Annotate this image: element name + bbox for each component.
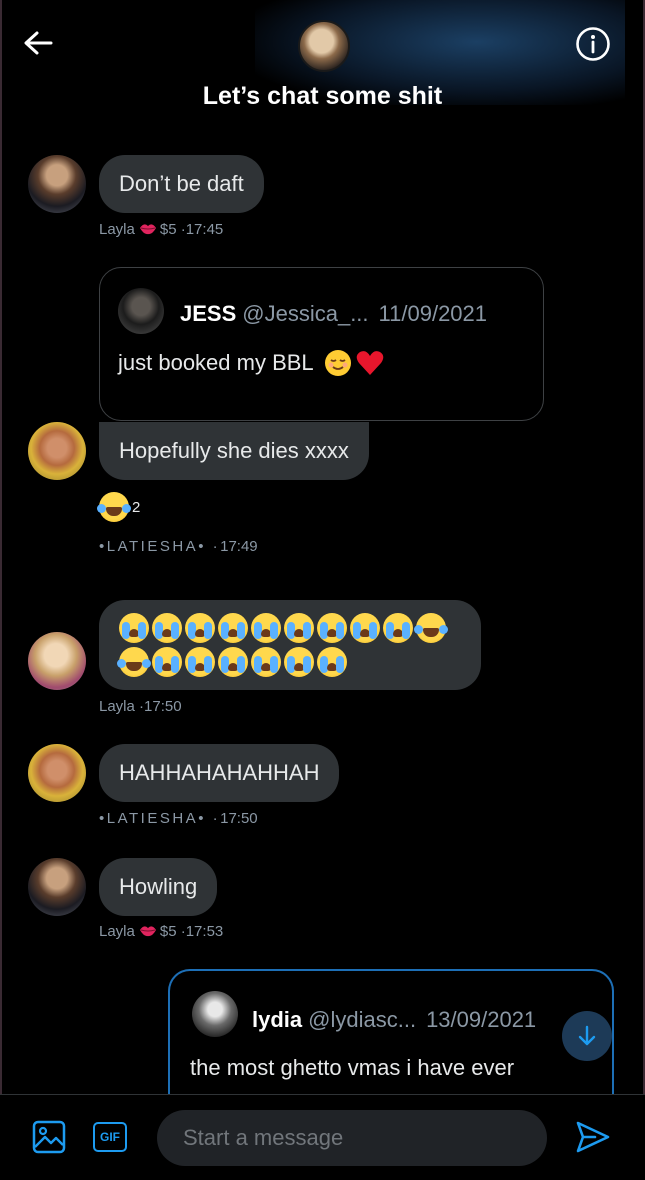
send-button[interactable]	[575, 1119, 611, 1160]
message-text: Don’t be daft	[119, 171, 244, 196]
loudly-crying-face-icon	[119, 613, 149, 643]
conversation-avatar[interactable]	[298, 20, 350, 72]
message-meta: Layla $5 ·17:53	[99, 923, 224, 940]
message-meta: •LATIESHA• ·17:49	[99, 538, 258, 555]
send-icon	[576, 1121, 610, 1153]
quoted-tweet-card[interactable]: lydia @lydiasc... 13/09/2021 the most ghet…	[168, 969, 614, 1094]
emoji-line	[119, 611, 449, 645]
chat-header: Let’s chat some shit	[0, 0, 645, 140]
message-text: Howling	[119, 874, 198, 899]
emoji-line	[117, 645, 350, 679]
quoted-name: lydia	[252, 1007, 303, 1032]
chat-title: Let’s chat some shit	[202, 82, 443, 110]
lips-icon	[139, 926, 156, 937]
sender-name: Layla	[99, 221, 135, 238]
quoted-date: 13/09/2021	[426, 1007, 537, 1032]
scroll-to-bottom-button[interactable]	[562, 1011, 612, 1061]
quoted-avatar	[118, 288, 164, 334]
quoted-text: the most ghetto vmas i have ever	[190, 1055, 515, 1080]
message-time: 17:53	[185, 923, 224, 940]
gif-button[interactable]: GIF	[93, 1122, 127, 1152]
message-time: 17:45	[185, 221, 224, 238]
message-bubble[interactable]: Hopefully she dies xxxx	[99, 422, 369, 480]
message-bubble[interactable]: Howling	[99, 858, 218, 916]
message-bubble[interactable]: Don’t be daft	[99, 155, 264, 213]
tears-of-joy-icon	[117, 647, 151, 677]
sender-name: Layla	[99, 923, 135, 940]
quoted-header: lydia @lydiasc... 13/09/2021	[252, 1007, 536, 1033]
loudly-crying-face-icon	[152, 613, 182, 643]
loudly-crying-face-icon	[185, 647, 215, 677]
avatar[interactable]	[28, 422, 86, 480]
message-time: 17:49	[220, 538, 258, 555]
image-icon	[32, 1120, 66, 1154]
message-time: 17:50	[144, 698, 182, 715]
reaction-count: 2	[132, 498, 141, 516]
message-time: 17:50	[220, 810, 258, 827]
quoted-text: just booked my BBL	[118, 350, 314, 375]
loudly-crying-face-icon	[251, 647, 281, 677]
quoted-avatar	[192, 991, 238, 1037]
quoted-date: 11/09/2021	[378, 301, 488, 326]
lips-icon	[139, 224, 156, 235]
info-icon	[576, 27, 610, 61]
message-input[interactable]	[157, 1110, 547, 1166]
arrow-down-icon	[578, 1025, 596, 1046]
message-bubble[interactable]: HAHHAHAHAHHAH	[99, 744, 340, 802]
message-meta: Layla $5 ·17:45	[99, 221, 224, 238]
tears-of-joy-icon	[97, 492, 131, 522]
message-meta: •LATIESHA• ·17:50	[99, 810, 258, 827]
quoted-header: JESS @Jessica_... 11/09/2021	[180, 301, 487, 327]
sender-name: LATIESHA	[106, 810, 199, 827]
loudly-crying-face-icon	[350, 613, 380, 643]
relieved-face-icon	[324, 350, 351, 376]
info-button[interactable]	[573, 24, 613, 64]
avatar[interactable]	[28, 744, 86, 802]
message-composer: GIF	[0, 1094, 645, 1180]
message-text: HAHHAHAHAHHAH	[119, 760, 320, 785]
loudly-crying-face-icon	[284, 647, 314, 677]
quoted-tweet-card[interactable]: JESS @Jessica_... 11/09/2021 just booked m…	[99, 267, 544, 421]
loudly-crying-face-icon	[152, 647, 182, 677]
loudly-crying-face-icon	[218, 647, 248, 677]
loudly-crying-face-icon	[284, 613, 314, 643]
tip-amount: $5	[159, 221, 177, 238]
message-meta: Layla ·17:50	[99, 698, 182, 715]
tip-amount: $5	[159, 923, 177, 940]
quoted-handle: @lydiasc...	[308, 1007, 417, 1032]
loudly-crying-face-icon	[317, 613, 347, 643]
loudly-crying-face-icon	[218, 613, 248, 643]
sender-name: Layla	[99, 698, 135, 715]
loudly-crying-face-icon	[251, 613, 281, 643]
quoted-handle: @Jessica_...	[242, 301, 369, 326]
emoji-message-bubble[interactable]	[99, 600, 481, 690]
quoted-text-row: just booked my BBL	[118, 349, 384, 377]
reaction-badge[interactable]: 2	[97, 492, 141, 522]
tears-of-joy-icon	[414, 613, 448, 643]
avatar[interactable]	[28, 632, 86, 690]
sender-name: LATIESHA	[106, 538, 199, 555]
loudly-crying-face-icon	[383, 613, 413, 643]
red-heart-icon	[356, 351, 383, 375]
loudly-crying-face-icon	[317, 647, 347, 677]
avatar[interactable]	[28, 155, 86, 213]
add-image-button[interactable]	[32, 1120, 66, 1159]
quoted-name: JESS	[180, 301, 237, 326]
avatar[interactable]	[28, 858, 86, 916]
back-button[interactable]	[20, 25, 56, 61]
message-text: Hopefully she dies xxxx	[119, 438, 349, 463]
loudly-crying-face-icon	[185, 613, 215, 643]
arrow-left-icon	[24, 31, 53, 55]
